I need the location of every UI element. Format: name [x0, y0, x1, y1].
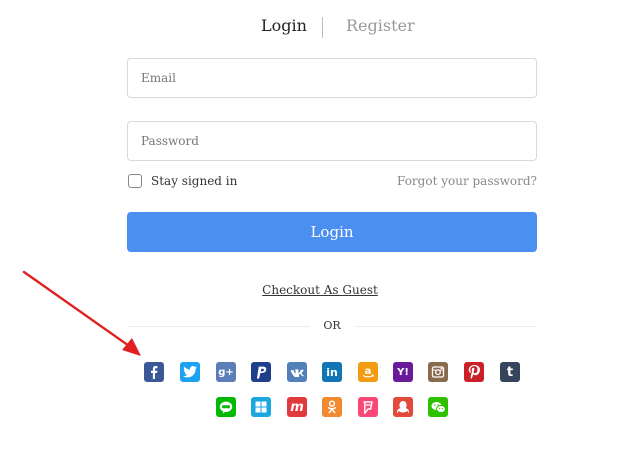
- login-button[interactable]: Login: [127, 212, 537, 252]
- vk-icon[interactable]: [287, 362, 307, 382]
- tumblr-glyph: t: [506, 364, 514, 380]
- linkedin-glyph: in: [326, 365, 338, 379]
- tumblr-icon[interactable]: t: [500, 362, 520, 382]
- tab-register[interactable]: Register: [346, 16, 415, 35]
- tab-login[interactable]: Login: [261, 16, 307, 35]
- meetup-icon[interactable]: m: [287, 397, 307, 417]
- instagram-icon[interactable]: [428, 362, 448, 382]
- password-field-container: [127, 121, 537, 161]
- facebook-icon[interactable]: [144, 362, 164, 382]
- or-divider: OR: [127, 318, 537, 334]
- svg-text:a: a: [365, 366, 372, 377]
- meetup-glyph: m: [290, 399, 304, 415]
- auth-tabs: Login Register: [0, 14, 640, 40]
- stay-signed-in-label: Stay signed in: [151, 174, 238, 188]
- qq-icon[interactable]: [393, 397, 413, 417]
- foursquare-icon[interactable]: [358, 397, 378, 417]
- yahoo-glyph: Y!: [397, 366, 409, 378]
- tab-divider: [322, 17, 323, 38]
- linkedin-icon[interactable]: in: [322, 362, 342, 382]
- forgot-password-link[interactable]: Forgot your password?: [397, 174, 537, 188]
- guest-row: Checkout As Guest: [0, 279, 640, 298]
- google-plus-icon[interactable]: g+: [216, 362, 236, 382]
- twitter-icon[interactable]: [180, 362, 200, 382]
- paypal-icon[interactable]: [251, 362, 271, 382]
- stay-signed-in[interactable]: Stay signed in: [128, 173, 237, 189]
- odnoklassniki-icon[interactable]: [322, 397, 342, 417]
- line-icon[interactable]: [216, 397, 236, 417]
- email-field-container: [127, 58, 537, 98]
- checkout-as-guest-link[interactable]: Checkout As Guest: [262, 283, 378, 297]
- amazon-icon[interactable]: a: [358, 362, 378, 382]
- pinterest-icon[interactable]: [464, 362, 484, 382]
- windows-icon[interactable]: [251, 397, 271, 417]
- wechat-icon[interactable]: [428, 397, 448, 417]
- password-field[interactable]: [128, 122, 536, 160]
- email-field[interactable]: [128, 59, 536, 97]
- google-plus-glyph: g+: [218, 366, 234, 378]
- divider-line-right: [355, 326, 537, 327]
- stay-signed-in-checkbox[interactable]: [128, 174, 142, 188]
- yahoo-icon[interactable]: Y!: [393, 362, 413, 382]
